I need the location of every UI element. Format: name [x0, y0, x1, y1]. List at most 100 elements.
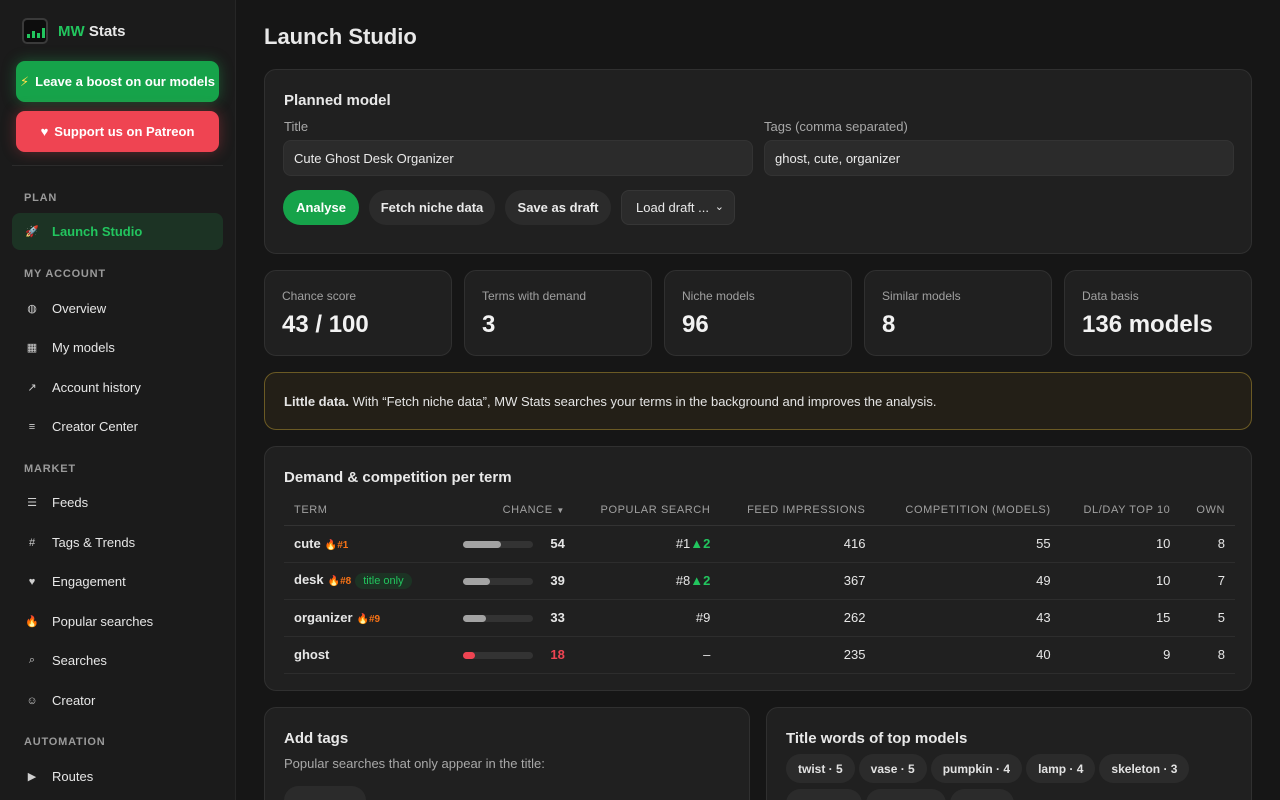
- fire-rank: 🔥#8: [327, 576, 352, 587]
- col-dl-day[interactable]: DL/DAY TOP 10: [1060, 495, 1181, 526]
- stat-label: Similar models: [882, 289, 961, 303]
- logo-icon: [22, 18, 48, 44]
- chance-bar: [462, 541, 533, 549]
- word-chip[interactable]: pumpkin · 4: [930, 754, 1023, 783]
- title-label: Title: [284, 119, 309, 134]
- trend-up: ▲2: [690, 573, 711, 588]
- notice-text: With “Fetch niche data”, MW Stats search…: [349, 394, 937, 409]
- boost-button[interactable]: ⚡ Leave a boost on our models: [16, 61, 219, 102]
- stat-value: 8: [882, 311, 896, 338]
- little-data-notice: Little data. With “Fetch niche data”, MW…: [264, 372, 1252, 430]
- dl-value: 10: [1060, 562, 1181, 600]
- stat-label: Data basis: [1082, 289, 1139, 303]
- table-row[interactable]: cute 🔥#1 54 #1▲2 416 55 10 8: [284, 525, 1235, 563]
- menu-icon: ☰: [27, 497, 37, 509]
- chance-value: 54: [550, 536, 565, 551]
- stat-similar-models: Similar models 8: [864, 270, 1052, 356]
- chance-value: 18: [550, 647, 565, 662]
- sidebar-item-feeds[interactable]: ☰ Feeds: [12, 484, 223, 521]
- sort-down-icon: ▼: [556, 505, 565, 515]
- sidebar-item-launch-studio[interactable]: 🚀 Launch Studio: [12, 213, 223, 250]
- demand-heading: Demand & competition per term: [284, 469, 512, 486]
- sidebar-item-account-history[interactable]: ↗ Account history: [12, 369, 223, 406]
- sidebar-item-creator[interactable]: ☺ Creator: [12, 682, 223, 719]
- tag-suggestion-chip[interactable]: [284, 786, 366, 800]
- word-chip[interactable]: [786, 789, 862, 800]
- stat-label: Niche models: [682, 289, 755, 303]
- word-chip[interactable]: lamp · 4: [1026, 754, 1096, 783]
- term-name: ghost: [294, 647, 330, 662]
- fetch-niche-data-button[interactable]: Fetch niche data: [369, 190, 495, 225]
- dl-value: 9: [1060, 636, 1181, 674]
- sidebar-item-creator-center[interactable]: ≡ Creator Center: [12, 408, 223, 445]
- feed-value: 235: [720, 636, 876, 674]
- sidebar-item-overview[interactable]: ◍ Overview: [12, 290, 223, 327]
- trend-icon: ↗: [27, 382, 37, 394]
- grid-icon: ▦: [26, 342, 38, 354]
- patreon-button[interactable]: ♥ Support us on Patreon: [16, 111, 219, 152]
- stat-value: 96: [682, 311, 709, 338]
- title-words-heading: Title words of top models: [786, 730, 968, 747]
- col-competition[interactable]: COMPETITION (MODELS): [875, 495, 1061, 526]
- table-row[interactable]: desk 🔥#8 title only 39 #8▲2 367 49 10 7: [284, 562, 1235, 600]
- stat-value: 43 / 100: [282, 311, 369, 338]
- col-chance[interactable]: CHANCE ▼: [438, 495, 575, 526]
- dl-value: 10: [1060, 525, 1181, 563]
- smile-icon: ☺: [26, 694, 38, 707]
- fire-rank: 🔥#1: [324, 540, 349, 551]
- sidebar-item-tags-trends[interactable]: # Tags & Trends: [12, 524, 223, 561]
- planned-model-card: Planned model Title Tags (comma separate…: [264, 69, 1252, 254]
- play-icon: ▶: [27, 771, 37, 783]
- demand-card: Demand & competition per term TERM CHANC…: [264, 446, 1252, 691]
- word-chip[interactable]: twist · 5: [786, 754, 855, 783]
- chance-bar: [462, 615, 533, 623]
- sidebar-item-routes[interactable]: ▶ Routes: [12, 758, 223, 795]
- popular-rank: #8: [675, 573, 691, 588]
- sidebar-item-searches[interactable]: ⌕ Searches: [12, 642, 223, 679]
- brand[interactable]: MW Stats: [0, 0, 235, 62]
- word-chip[interactable]: vase · 5: [858, 754, 927, 783]
- chevron-down-icon: ⌄: [714, 201, 724, 213]
- stat-label: Chance score: [282, 289, 357, 303]
- competition-value: 40: [875, 636, 1061, 674]
- col-popular-search[interactable]: POPULAR SEARCH: [574, 495, 721, 526]
- table-row[interactable]: organizer 🔥#9 33 #9 262 43 15 5: [284, 599, 1235, 637]
- word-chip[interactable]: [866, 789, 946, 800]
- term-name: cute: [294, 536, 321, 551]
- chance-bar: [462, 578, 533, 586]
- section-market: MARKET: [24, 463, 76, 475]
- stat-label: Terms with demand: [482, 289, 587, 303]
- word-chip[interactable]: [950, 789, 1014, 800]
- col-feed-impressions[interactable]: FEED IMPRESSIONS: [720, 495, 876, 526]
- add-tags-heading: Add tags: [284, 730, 349, 747]
- col-own[interactable]: OWN: [1180, 495, 1235, 526]
- title-input[interactable]: Cute Ghost Desk Organizer: [283, 140, 753, 176]
- competition-value: 55: [875, 525, 1061, 563]
- dashboard-icon: ◍: [27, 303, 37, 315]
- fire-icon: 🔥: [25, 616, 39, 628]
- analyse-button[interactable]: Analyse: [283, 190, 359, 225]
- sidebar-item-my-models[interactable]: ▦ My models: [12, 329, 223, 366]
- table-row[interactable]: ghost 18 – 235 40 9 8: [284, 636, 1235, 674]
- competition-value: 43: [875, 599, 1061, 637]
- col-term[interactable]: TERM: [284, 495, 439, 526]
- tags-input[interactable]: ghost, cute, organizer: [764, 140, 1234, 176]
- planned-model-heading: Planned model: [284, 92, 391, 109]
- chance-value: 39: [550, 573, 565, 588]
- own-value: 8: [1180, 525, 1235, 563]
- word-chip[interactable]: skeleton · 3: [1099, 754, 1190, 783]
- title-words-card: Title words of top models twist · 5 vase …: [766, 707, 1252, 800]
- notice-bold: Little data.: [284, 394, 350, 409]
- load-draft-select[interactable]: Load draft ... ⌄: [621, 190, 735, 225]
- feed-value: 416: [720, 525, 876, 563]
- heart-icon: ♥: [28, 575, 36, 588]
- save-draft-button[interactable]: Save as draft: [505, 190, 611, 225]
- page-title: Launch Studio: [264, 24, 417, 49]
- trend-up: ▲2: [690, 536, 711, 551]
- feed-value: 262: [720, 599, 876, 637]
- sidebar-item-popular-searches[interactable]: 🔥 Popular searches: [12, 603, 223, 640]
- popular-rank: #1: [675, 536, 691, 551]
- section-my-account: MY ACCOUNT: [24, 268, 106, 280]
- stat-value: 136 models: [1082, 311, 1213, 338]
- sidebar-item-engagement[interactable]: ♥ Engagement: [12, 563, 223, 600]
